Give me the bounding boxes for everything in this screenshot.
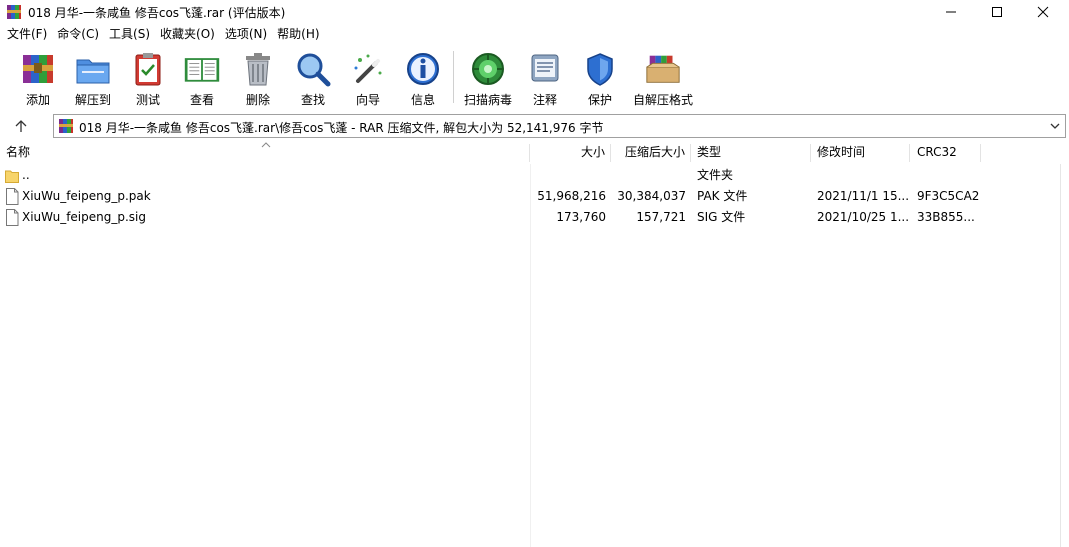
- file-packed-size: 157,721: [636, 210, 686, 224]
- menu-options[interactable]: 选项(N): [220, 24, 272, 45]
- column-packed-size[interactable]: 压缩后大小: [612, 142, 685, 164]
- menu-bar: 文件(F) 命令(C) 工具(S) 收藏夹(O) 选项(N) 帮助(H): [0, 24, 1069, 45]
- menu-favorites[interactable]: 收藏夹(O): [155, 24, 220, 45]
- add-label: 添加: [25, 93, 50, 107]
- column-type[interactable]: 类型: [697, 142, 721, 164]
- file-row[interactable]: XiuWu_feipeng_p.pak 51,968,216 30,384,03…: [0, 186, 1069, 207]
- menu-tools[interactable]: 工具(S): [104, 24, 155, 45]
- protect-label: 保护: [587, 93, 612, 107]
- sfx-label: 自解压格式: [632, 93, 693, 107]
- info-icon: [407, 52, 439, 85]
- find-label: 查找: [300, 93, 325, 107]
- maximize-icon: [992, 7, 1002, 17]
- book-view-icon: [184, 57, 220, 82]
- test-button[interactable]: 测试: [128, 50, 168, 108]
- menu-file[interactable]: 文件(F): [2, 24, 52, 45]
- magic-wand-icon: [354, 54, 382, 83]
- add-button[interactable]: 添加: [18, 50, 58, 108]
- menu-help[interactable]: 帮助(H): [272, 24, 324, 45]
- address-row: 018 月华-一条咸鱼 修吾cos飞蓬.rar\修吾cos飞蓬 - RAR 压缩…: [0, 112, 1069, 140]
- file-row-parent[interactable]: .. 文件夹: [0, 165, 1069, 186]
- magnifier-icon: [297, 53, 331, 86]
- file-size: 51,968,216: [537, 189, 606, 203]
- column-divider[interactable]: [610, 144, 611, 162]
- column-divider[interactable]: [529, 144, 530, 162]
- extract-label: 解压到: [74, 93, 111, 107]
- file-list: .. 文件夹 XiuWu_feipeng_p.pak 51,968,216 30…: [0, 164, 1069, 547]
- column-size[interactable]: 大小: [531, 142, 605, 164]
- find-button[interactable]: 查找: [293, 50, 333, 108]
- info-label: 信息: [410, 93, 435, 107]
- file-row[interactable]: XiuWu_feipeng_p.sig 173,760 157,721 SIG …: [0, 207, 1069, 228]
- archive-add-icon: [23, 54, 53, 83]
- up-folder-button[interactable]: [8, 116, 34, 136]
- file-crc32: 9F3C5CA2: [917, 189, 980, 203]
- comment-button[interactable]: 注释: [525, 50, 565, 108]
- address-bar[interactable]: 018 月华-一条咸鱼 修吾cos飞蓬.rar\修吾cos飞蓬 - RAR 压缩…: [53, 114, 1066, 138]
- virus-scan-button[interactable]: 扫描病毒: [462, 50, 514, 108]
- column-crc32[interactable]: CRC32: [917, 142, 957, 164]
- window-title: 018 月华-一条咸鱼 修吾cos飞蓬.rar (评估版本): [28, 6, 286, 20]
- file-size: 173,760: [556, 210, 606, 224]
- scrollbar-area[interactable]: [1060, 164, 1069, 547]
- test-label: 测试: [135, 93, 160, 107]
- file-modified: 2021/10/25 1...: [817, 210, 910, 224]
- column-header-row: 名称 大小 压缩后大小 类型 修改时间 CRC32: [0, 142, 1069, 164]
- maximize-button[interactable]: [974, 0, 1020, 24]
- arrow-up-icon: [15, 120, 27, 132]
- view-label: 查看: [189, 93, 214, 107]
- file-packed-size: 30,384,037: [617, 189, 686, 203]
- clipboard-check-icon: [135, 52, 161, 85]
- protect-button[interactable]: 保护: [580, 50, 620, 108]
- file-name: ..: [22, 168, 30, 182]
- wizard-button[interactable]: 向导: [348, 50, 388, 108]
- minimize-button[interactable]: [928, 0, 974, 24]
- column-divider[interactable]: [909, 144, 910, 162]
- close-icon: [1037, 6, 1049, 18]
- sfx-button[interactable]: 自解压格式: [632, 50, 694, 108]
- comment-note-icon: [531, 54, 559, 81]
- winrar-app-icon: [7, 5, 21, 19]
- file-modified: 2021/11/1 15...: [817, 189, 910, 203]
- file-type: 文件夹: [697, 168, 734, 182]
- address-path: 018 月华-一条咸鱼 修吾cos飞蓬.rar\修吾cos飞蓬 - RAR 压缩…: [79, 121, 604, 135]
- delete-button[interactable]: 删除: [238, 50, 278, 108]
- delete-label: 删除: [245, 93, 270, 107]
- sfx-box-icon: [646, 55, 680, 83]
- virus-scan-icon: [472, 52, 504, 85]
- close-button[interactable]: [1020, 0, 1066, 24]
- file-icon: [6, 188, 19, 205]
- file-icon: [6, 209, 19, 226]
- column-name[interactable]: 名称: [6, 142, 30, 164]
- comment-label: 注释: [532, 93, 557, 107]
- column-divider[interactable]: [690, 144, 691, 162]
- title-bar: 018 月华-一条咸鱼 修吾cos飞蓬.rar (评估版本): [0, 0, 1069, 24]
- file-crc32: 33B855...: [917, 210, 975, 224]
- virus-scan-label: 扫描病毒: [463, 93, 512, 107]
- view-button[interactable]: 查看: [180, 50, 224, 108]
- column-divider[interactable]: [810, 144, 811, 162]
- file-type: PAK 文件: [697, 189, 748, 203]
- rar-archive-icon: [59, 119, 73, 133]
- extract-button[interactable]: 解压到: [72, 50, 114, 108]
- shield-icon: [587, 52, 613, 86]
- trash-bin-icon: [246, 52, 270, 85]
- file-name: XiuWu_feipeng_p.pak: [22, 189, 151, 203]
- list-column-guide: [530, 164, 531, 547]
- wizard-label: 向导: [355, 93, 380, 107]
- sort-ascending-icon: [261, 142, 271, 148]
- toolbar-separator: [453, 51, 454, 103]
- folder-icon: [5, 170, 19, 183]
- info-button[interactable]: 信息: [403, 50, 443, 108]
- file-name: XiuWu_feipeng_p.sig: [22, 210, 147, 224]
- chevron-down-icon[interactable]: [1048, 119, 1062, 133]
- minimize-icon: [946, 11, 956, 13]
- toolbar: 添加 解压到 测试 查看 删除 查找 向导 信息 扫描病毒 注释 保护 自解压格…: [0, 45, 1069, 111]
- menu-command[interactable]: 命令(C): [52, 24, 104, 45]
- column-modified[interactable]: 修改时间: [817, 142, 865, 164]
- folder-extract-icon: [76, 59, 110, 83]
- column-divider[interactable]: [980, 144, 981, 162]
- file-type: SIG 文件: [697, 210, 746, 224]
